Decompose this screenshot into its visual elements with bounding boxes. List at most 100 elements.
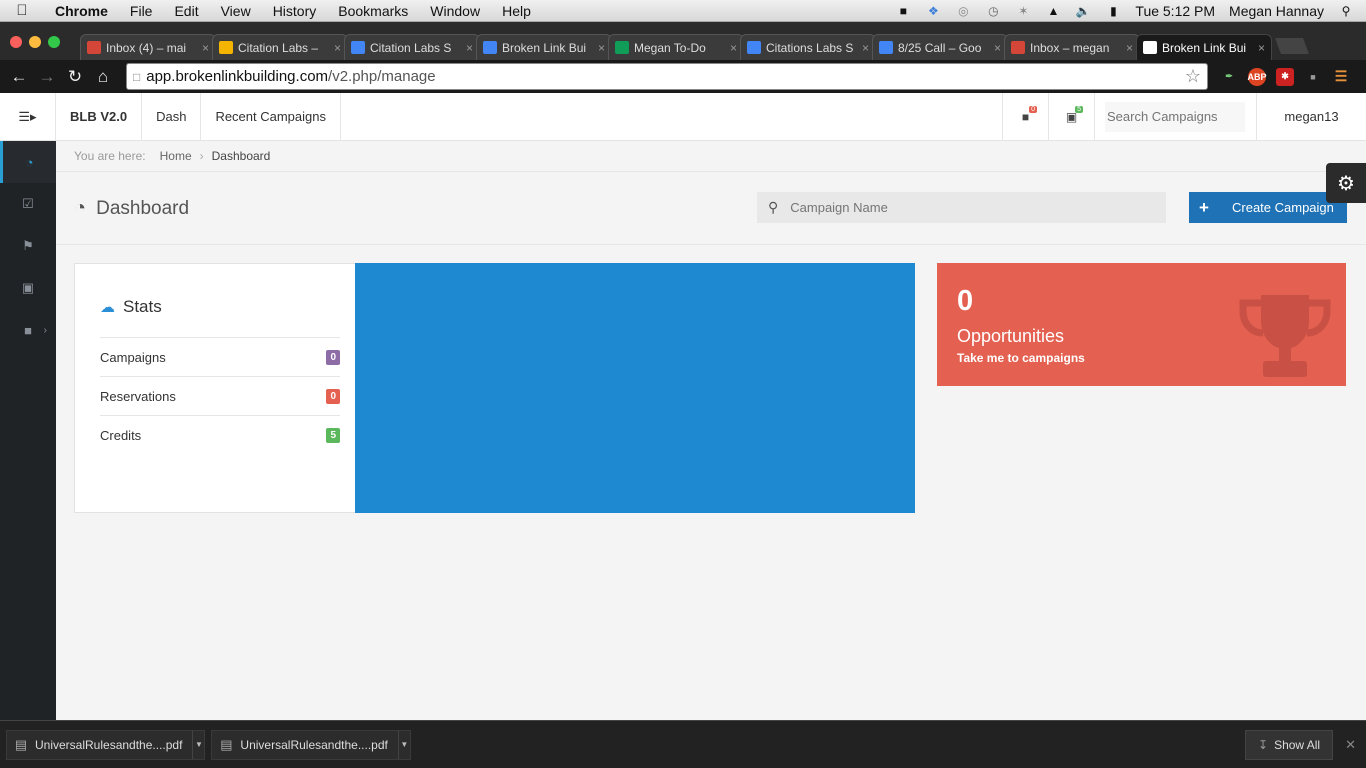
credits-nav-button[interactable]: ▣ 5 — [1048, 93, 1094, 141]
opportunities-card[interactable]: 0 Opportunities Take me to campaigns — [937, 263, 1346, 386]
browser-tab[interactable]: 8/25 Call – Goo × — [872, 34, 1008, 60]
close-tab-icon[interactable]: × — [1258, 41, 1265, 55]
browser-tab[interactable]: Megan To-Do × — [608, 34, 744, 60]
menu-history[interactable]: History — [262, 3, 328, 19]
browser-tab[interactable]: Citation Labs – × — [212, 34, 348, 60]
time-machine-icon[interactable]: ◷ — [985, 4, 1001, 18]
download-item[interactable]: ▤ UniversalRulesandthe....pdf ▼ — [211, 729, 411, 760]
browser-tab[interactable]: Citation Labs S × — [344, 34, 480, 60]
show-all-downloads-button[interactable]: ↧ Show All — [1245, 729, 1334, 760]
stats-row[interactable]: Reservations 0 — [100, 376, 340, 415]
volume-icon[interactable]: 🔈 — [1075, 4, 1091, 18]
stats-count-badge: 0 — [326, 349, 340, 365]
menu-clock[interactable]: Tue 5:12 PM — [1135, 3, 1215, 19]
apple-icon[interactable]:  — [0, 2, 44, 19]
sidebar-item-dashboard[interactable]: ◔ — [0, 141, 56, 183]
red-extension-icon[interactable]: ✱ — [1276, 67, 1294, 86]
close-tab-icon[interactable]: × — [202, 41, 209, 55]
zoom-window-icon[interactable] — [48, 36, 60, 48]
create-campaign-button[interactable]: + Create Campaign — [1189, 192, 1347, 223]
close-tab-icon[interactable]: × — [730, 41, 737, 55]
menu-window[interactable]: Window — [419, 3, 491, 19]
close-window-icon[interactable] — [10, 36, 22, 48]
stats-panel: ☁ Stats Campaigns 0 Reservations 0 Credits 5 — [74, 263, 356, 513]
stats-row[interactable]: Credits 5 — [100, 415, 340, 454]
sidebar-item-folders[interactable]: ■ › — [0, 309, 56, 351]
browser-tab[interactable]: Inbox (4) – mai × — [80, 34, 216, 60]
evernote-extension-icon[interactable]: ■ — [1304, 68, 1322, 86]
close-tab-icon[interactable]: × — [862, 41, 869, 55]
address-bar[interactable]: □ app.brokenlinkbuilding.com /v2.php/man… — [126, 63, 1208, 90]
settings-gear-icon[interactable]: ⚙ — [1326, 163, 1366, 203]
menu-bookmarks[interactable]: Bookmarks — [327, 3, 419, 19]
nav-recent-campaigns[interactable]: Recent Campaigns — [201, 93, 341, 141]
close-tab-icon[interactable]: × — [994, 41, 1001, 55]
minimize-window-icon[interactable] — [29, 36, 41, 48]
home-icon[interactable]: ⌂ — [90, 64, 116, 90]
battery-icon[interactable]: ▮ — [1105, 4, 1121, 18]
close-shelf-icon[interactable]: ✕ — [1345, 737, 1356, 753]
url-path: /v2.php/manage — [328, 68, 436, 85]
browser-tab-strip: Inbox (4) – mai × Citation Labs – × Citation… — [0, 22, 1366, 60]
stats-row-label: Credits — [100, 427, 142, 443]
stats-row[interactable]: Campaigns 0 — [100, 337, 340, 376]
download-filename: UniversalRulesandthe....pdf — [240, 737, 388, 752]
wifi-icon[interactable]: ▲ — [1045, 4, 1061, 18]
campaign-name-input[interactable] — [790, 200, 1151, 215]
browser-tab[interactable]: Citations Labs S × — [740, 34, 876, 60]
stats-row-label: Reservations — [100, 388, 176, 404]
download-menu-arrow-icon[interactable]: ▼ — [192, 730, 204, 759]
spotlight-icon[interactable]: ⚲ — [1338, 4, 1354, 18]
menu-app-name[interactable]: Chrome — [44, 3, 119, 19]
close-tab-icon[interactable]: × — [598, 41, 605, 55]
sidebar-toggle-icon[interactable]: ☰▸ — [0, 93, 56, 141]
new-tab-button[interactable] — [1275, 38, 1309, 54]
menu-file[interactable]: File — [119, 3, 164, 19]
breadcrumb-home[interactable]: Home — [160, 149, 192, 163]
back-arrow-icon[interactable]: ← — [6, 64, 32, 90]
menu-edit[interactable]: Edit — [163, 3, 209, 19]
brand-label[interactable]: BLB V2.0 — [56, 93, 143, 141]
chrome-menu-icon[interactable]: ☰ — [1332, 68, 1350, 86]
download-item[interactable]: ▤ UniversalRulesandthe....pdf ▼ — [6, 729, 206, 760]
pen-extension-icon[interactable]: ✒ — [1220, 68, 1238, 86]
dropbox-status-icon[interactable]: ❖ — [925, 4, 941, 18]
menu-view[interactable]: View — [210, 3, 262, 19]
menu-help[interactable]: Help — [491, 3, 542, 19]
forward-arrow-icon[interactable]: → — [34, 64, 60, 90]
user-menu[interactable]: megan13 — [1256, 93, 1366, 141]
close-tab-icon[interactable]: × — [334, 41, 341, 55]
reservations-nav-button[interactable]: ■ 0 — [1002, 93, 1048, 141]
search-campaigns-input[interactable] — [1105, 101, 1245, 132]
download-menu-arrow-icon[interactable]: ▼ — [397, 730, 410, 759]
breadcrumb: You are here: Home › Dashboard — [56, 141, 1366, 172]
tab-title: Citation Labs – — [238, 40, 319, 55]
page-header: ◔ Dashboard ⚲ + Create Campaign — [56, 172, 1366, 245]
tab-title: Inbox (4) – mai — [106, 40, 187, 55]
download-icon: ↧ — [1258, 737, 1269, 752]
sidebar-item-credits[interactable]: ▣ — [0, 267, 56, 309]
page-favicon-icon — [1143, 41, 1157, 54]
dashboard-icon: ◔ — [74, 197, 87, 219]
campaigns-link[interactable]: Take me to campaigns — [957, 351, 1085, 365]
browser-tab[interactable]: Inbox – megan × — [1004, 34, 1140, 60]
app-window: ☰▸ BLB V2.0 Dash Recent Campaigns ■ 0 ▣ … — [0, 93, 1366, 720]
sidebar: ◔ ☑ ⚑ ▣ ■ › — [0, 141, 56, 720]
reload-icon[interactable]: ↻ — [62, 64, 88, 90]
adblock-plus-icon[interactable]: ABP — [1248, 67, 1267, 86]
close-tab-icon[interactable]: × — [1126, 41, 1133, 55]
menu-user[interactable]: Megan Hannay — [1229, 3, 1324, 19]
cloud-upload-icon: ☁ — [100, 299, 115, 316]
stats-count-badge: 5 — [326, 427, 340, 443]
sidebar-item-bookmarks[interactable]: ⚑ — [0, 225, 56, 267]
download-filename: UniversalRulesandthe....pdf — [35, 737, 183, 752]
bookmark-star-icon[interactable]: ☆ — [1185, 66, 1201, 87]
nav-dash[interactable]: Dash — [142, 93, 202, 141]
sidebar-item-campaigns[interactable]: ☑ — [0, 183, 56, 225]
bluetooth-icon[interactable]: ✶ — [1015, 4, 1031, 18]
browser-tab[interactable]: Broken Link Bui × — [476, 34, 612, 60]
sync-status-icon[interactable]: ◎ — [955, 4, 971, 18]
browser-tab[interactable]: Broken Link Bui × — [1136, 34, 1272, 60]
close-tab-icon[interactable]: × — [466, 41, 473, 55]
evernote-status-icon[interactable]: ■ — [895, 4, 911, 18]
